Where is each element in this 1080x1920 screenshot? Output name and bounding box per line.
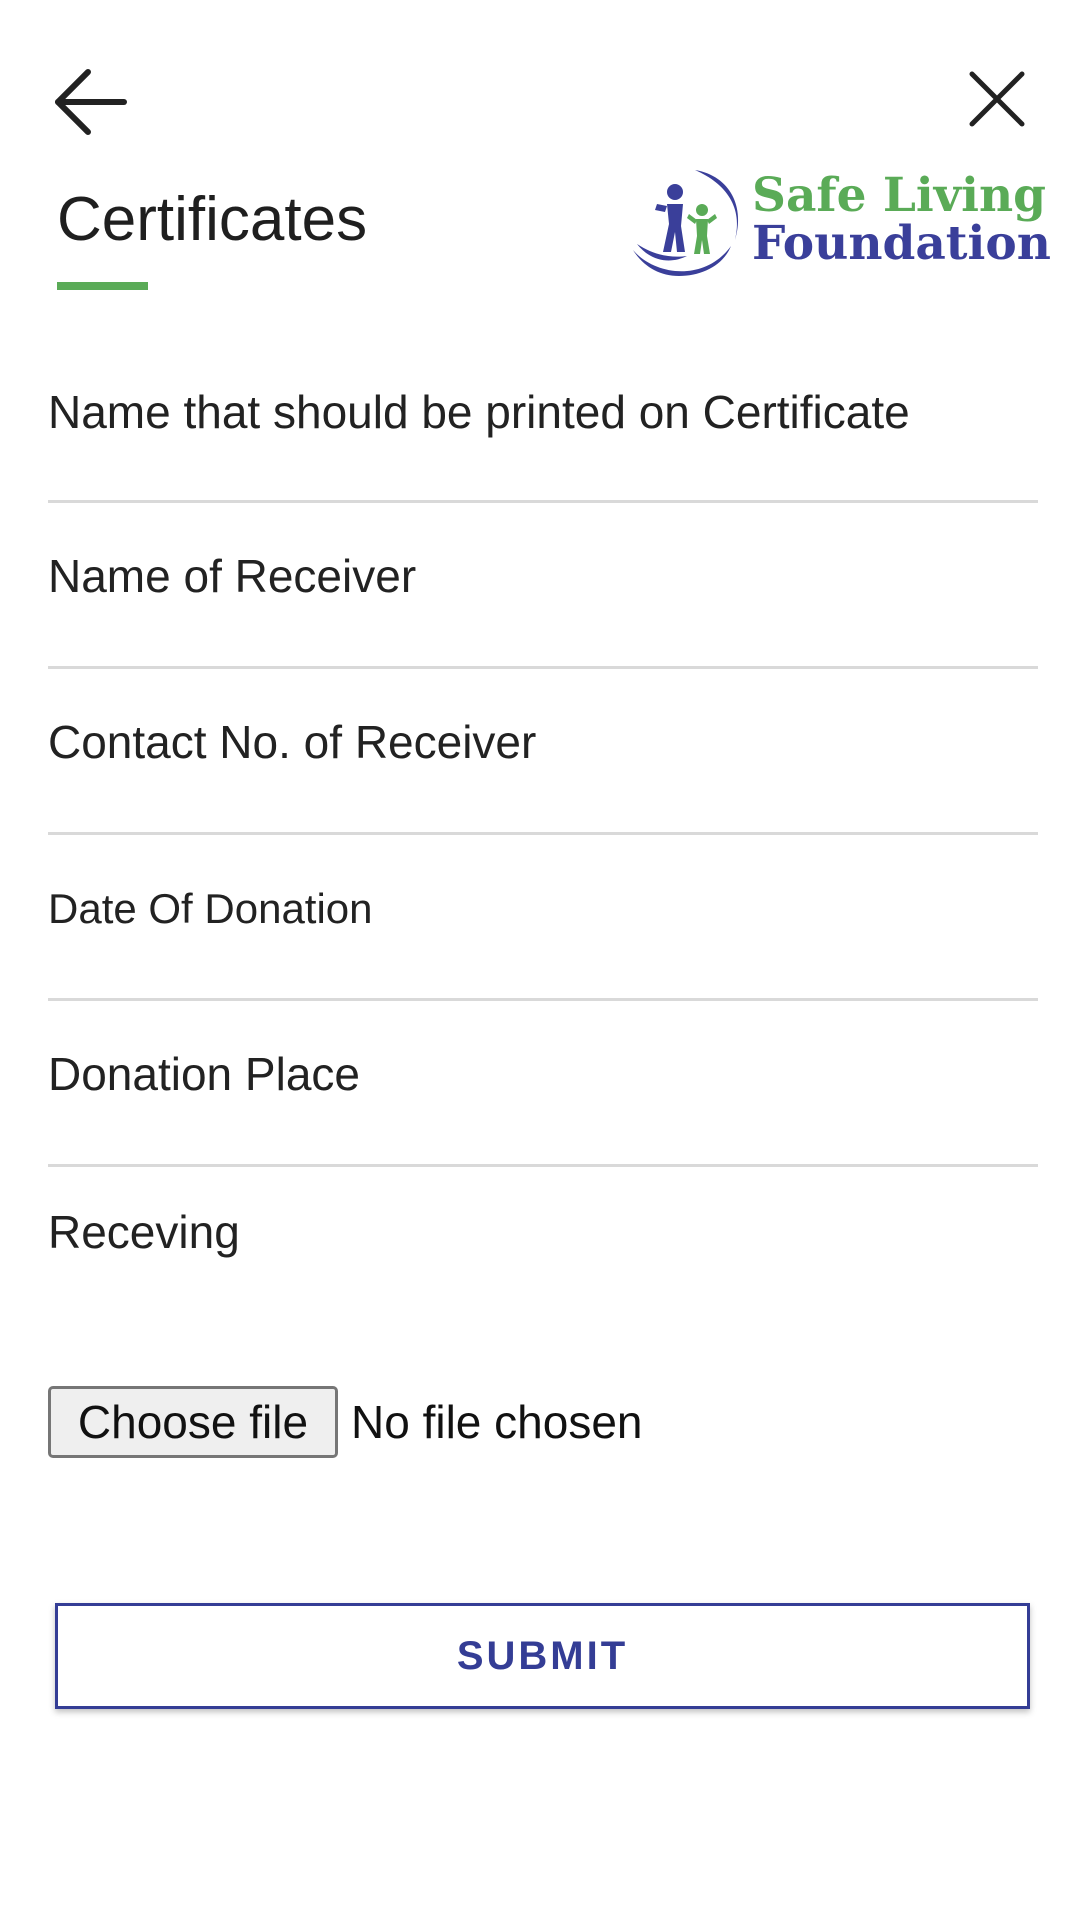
receiver-contact-field[interactable]: Contact No. of Receiver bbox=[48, 669, 1038, 835]
close-icon bbox=[969, 71, 1025, 127]
field-label: Date Of Donation bbox=[48, 885, 373, 932]
certificate-name-field[interactable]: Name that should be printed on Certifica… bbox=[48, 350, 1038, 503]
field-label: Name of Receiver bbox=[48, 550, 417, 602]
submit-button[interactable]: SUBMIT bbox=[55, 1603, 1030, 1709]
back-button[interactable] bbox=[50, 62, 130, 142]
logo-text-line1: Safe Living bbox=[752, 168, 1046, 223]
donation-place-field[interactable]: Donation Place bbox=[48, 1001, 1038, 1167]
donation-date-field[interactable]: Date Of Donation bbox=[48, 835, 1038, 1001]
page-title: Certificates bbox=[57, 185, 368, 254]
logo-emblem-icon bbox=[633, 170, 739, 276]
logo-text-line2: Foundation bbox=[752, 216, 1051, 271]
receiving-label: Receving bbox=[48, 1206, 240, 1258]
field-label: Name that should be printed on Certifica… bbox=[48, 386, 910, 438]
arrow-left-icon bbox=[55, 69, 127, 135]
foundation-logo: Safe Living Foundation bbox=[627, 164, 1051, 282]
close-button[interactable] bbox=[960, 62, 1032, 134]
title-underline bbox=[57, 282, 148, 290]
file-status-text: No file chosen bbox=[351, 1396, 643, 1448]
field-label: Donation Place bbox=[48, 1048, 360, 1100]
file-upload[interactable]: Choose file No file chosen bbox=[48, 1386, 643, 1458]
field-label: Contact No. of Receiver bbox=[48, 716, 537, 768]
receiver-name-field[interactable]: Name of Receiver bbox=[48, 503, 1038, 669]
choose-file-button[interactable]: Choose file bbox=[48, 1386, 338, 1458]
